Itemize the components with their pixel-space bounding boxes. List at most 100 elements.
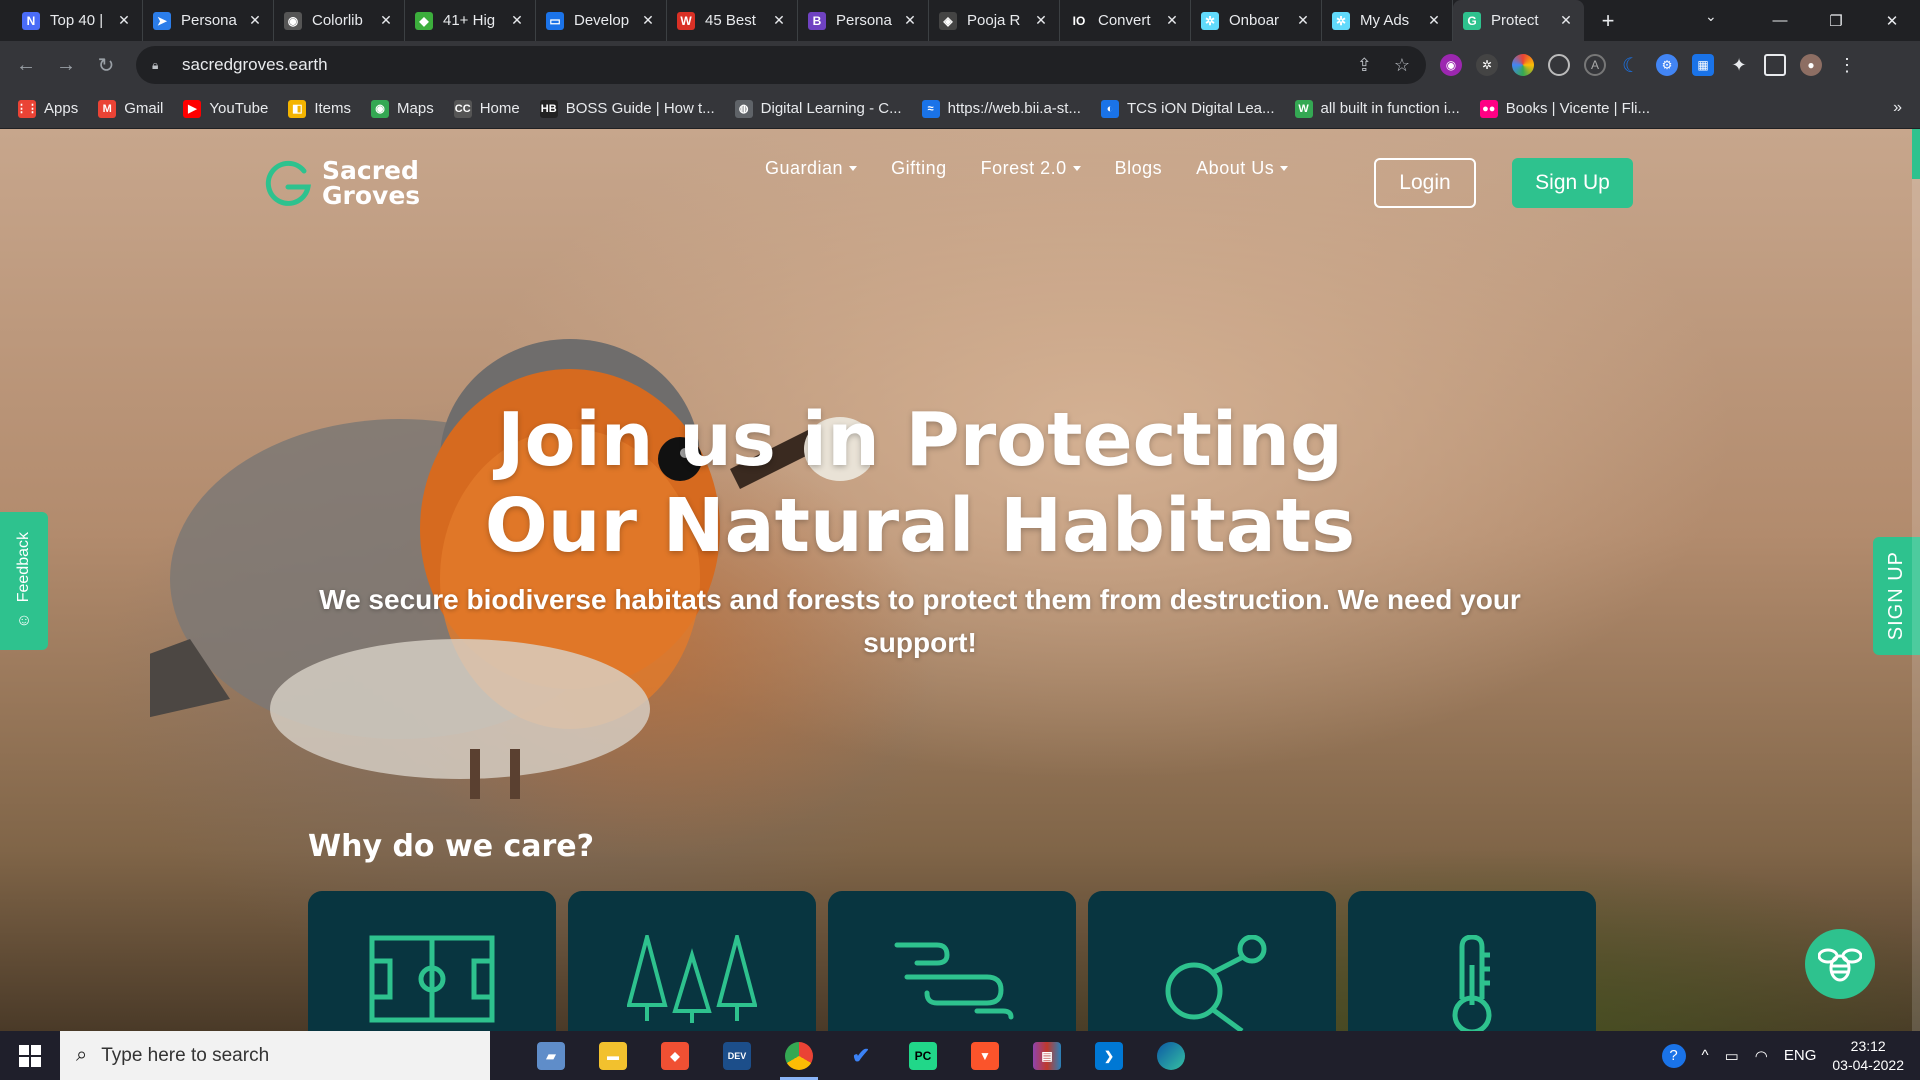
bookmark-star-icon[interactable]: ☆ [1394,55,1410,76]
taskbar-search-box[interactable]: ⌕ Type here to search [60,1031,490,1080]
new-tab-button[interactable]: + [1590,3,1626,39]
taskbar-app-edge[interactable] [1140,1031,1202,1080]
bookmark-item[interactable]: CC Home [453,99,520,118]
taskbar-app-devc[interactable]: DEV [706,1031,768,1080]
why-card-wind[interactable] [828,891,1076,1031]
share-icon[interactable]: ⇪ [1357,55,1372,76]
taskbar-clock[interactable]: 23:12 03-04-2022 [1832,1037,1904,1075]
tab-close-icon[interactable]: ✕ [1426,12,1442,29]
why-card-trees[interactable] [568,891,816,1031]
profile-avatar[interactable]: ● [1800,54,1822,76]
wifi-icon[interactable]: ◠ [1755,1047,1768,1065]
help-icon[interactable]: ? [1661,1043,1686,1068]
bookmark-item[interactable]: ◉ Maps [371,99,434,118]
scrollbar-thumb[interactable] [1912,129,1920,179]
why-card-molecule[interactable] [1088,891,1336,1031]
browser-tab[interactable]: N Top 40 | ✕ [12,0,143,41]
browser-tab[interactable]: ◈ Pooja R ✕ [929,0,1060,41]
bookmark-item[interactable]: Wall built in function i... [1294,99,1460,118]
taskbar-app-notes[interactable]: ▰ [520,1031,582,1080]
browser-tab[interactable]: B Persona ✕ [798,0,929,41]
bookmark-item[interactable]: ◐ TCS iON Digital Lea... [1100,99,1275,118]
nav-guardian[interactable]: Guardian [765,158,858,179]
tab-close-icon[interactable]: ✕ [1295,12,1311,29]
taskbar-app-pycharm[interactable]: PC [892,1031,954,1080]
react-devtools-icon[interactable]: ✲ [1476,54,1498,76]
bookmark-item[interactable]: ≈ https://web.bii.a-st... [921,99,1081,118]
color-picker-icon[interactable] [1512,54,1534,76]
tab-favicon-icon: ✲ [1201,11,1219,30]
nav-gifting[interactable]: Gifting [891,158,947,179]
back-button[interactable]: ← [6,45,46,85]
minimize-button[interactable]: — [1752,0,1808,41]
tab-close-icon[interactable]: ✕ [771,12,787,29]
taskbar-app-explorer[interactable]: ▬ [582,1031,644,1080]
browser-tab[interactable]: ➤ Persona ✕ [143,0,274,41]
battery-icon[interactable]: ▭ [1725,1047,1739,1065]
feedback-tab[interactable]: Feedback ☺ [0,512,48,650]
browser-tab[interactable]: W 45 Best ✕ [667,0,798,41]
bookmark-item[interactable]: HB BOSS Guide | How t... [539,99,715,118]
bookmark-item[interactable]: ●● Books | Vicente | Fli... [1479,99,1650,118]
bookmark-item[interactable]: ⋮⋮ Apps [16,99,78,118]
page-scrollbar[interactable] [1912,129,1920,1031]
target-icon[interactable] [1548,54,1570,76]
grid-extension-icon[interactable]: ▦ [1692,54,1714,76]
bookmark-item[interactable]: M Gmail [98,99,163,118]
bookmark-item[interactable]: ◍ Digital Learning - C... [734,99,902,118]
why-card-thermometer[interactable] [1348,891,1596,1031]
taskbar-app-vscode[interactable]: ❯ [1078,1031,1140,1080]
taskbar-app-chrome[interactable] [768,1031,830,1080]
taskbar-app-git[interactable]: ◆ [644,1031,706,1080]
language-indicator[interactable]: ENG [1784,1047,1817,1064]
browser-tab[interactable]: IO Convert ✕ [1060,0,1191,41]
browser-tab[interactable]: ◉ Colorlib ✕ [274,0,405,41]
reload-button[interactable]: ↻ [86,45,126,85]
address-bar[interactable]: 🔒︎ sacredgroves.earth ⇪ ☆ [136,46,1426,84]
taskbar-app-winrar[interactable]: ▤ [1016,1031,1078,1080]
browser-tab[interactable]: ▭ Develop ✕ [536,0,667,41]
side-panel-icon[interactable] [1764,54,1786,76]
login-button[interactable]: Login [1374,158,1476,208]
nav-forest[interactable]: Forest 2.0 [981,158,1081,179]
nav-about[interactable]: About Us [1196,158,1289,179]
bookmark-item[interactable]: ◧ Items [288,99,351,118]
edge-icon [1157,1041,1185,1070]
bookmarks-overflow-button[interactable]: » [1893,99,1902,117]
bookmark-item[interactable]: ▶ YouTube [183,99,268,118]
signup-button[interactable]: Sign Up [1512,158,1633,208]
c-extension-icon[interactable]: ☾ [1620,54,1642,77]
browser-tab[interactable]: ✲ Onboar ✕ [1191,0,1322,41]
browser-tab[interactable]: ✲ My Ads ✕ [1322,0,1453,41]
forward-button[interactable]: → [46,45,86,85]
a-extension-icon[interactable]: A [1584,54,1606,76]
puzzle-icon[interactable]: ✦ [1728,54,1750,76]
taskbar-app-todo[interactable]: ✔ [830,1031,892,1080]
browser-tab[interactable]: ◆ 41+ Hig ✕ [405,0,536,41]
tab-close-icon[interactable]: ✕ [1033,12,1049,29]
tab-close-icon[interactable]: ✕ [116,12,132,29]
tab-close-icon[interactable]: ✕ [509,12,525,29]
nav-blogs[interactable]: Blogs [1115,158,1163,179]
tray-chevron-up-icon[interactable]: ^ [1702,1047,1709,1064]
bookmark-list: ⋮⋮ Apps M Gmail ▶ YouTube ◧ Items ◉ Maps CC Home HB B… [16,99,1670,118]
tab-close-icon[interactable]: ✕ [247,12,263,29]
tab-title: Persona [836,12,892,29]
extension-icon[interactable]: ◉ [1440,54,1462,76]
taskbar-app-brave[interactable]: ▼ [954,1031,1016,1080]
tab-close-icon[interactable]: ✕ [1558,12,1574,29]
browser-tab[interactable]: G Protect ✕ [1453,0,1584,41]
close-window-button[interactable]: ✕ [1864,0,1920,41]
tab-close-icon[interactable]: ✕ [640,12,656,29]
start-button[interactable] [0,1031,60,1080]
tab-close-icon[interactable]: ✕ [378,12,394,29]
restore-button[interactable]: ❐ [1808,0,1864,41]
tab-close-icon[interactable]: ✕ [902,12,918,29]
gear-extension-icon[interactable]: ⚙ [1656,54,1678,76]
why-card-field[interactable] [308,891,556,1031]
bee-chat-button[interactable] [1805,929,1875,999]
site-logo[interactable]: Sacred Groves [262,157,420,209]
tab-search-chevron-icon[interactable]: ⌄ [1705,8,1717,25]
tab-close-icon[interactable]: ✕ [1164,12,1180,29]
kebab-menu-icon[interactable]: ⋮ [1836,54,1858,76]
